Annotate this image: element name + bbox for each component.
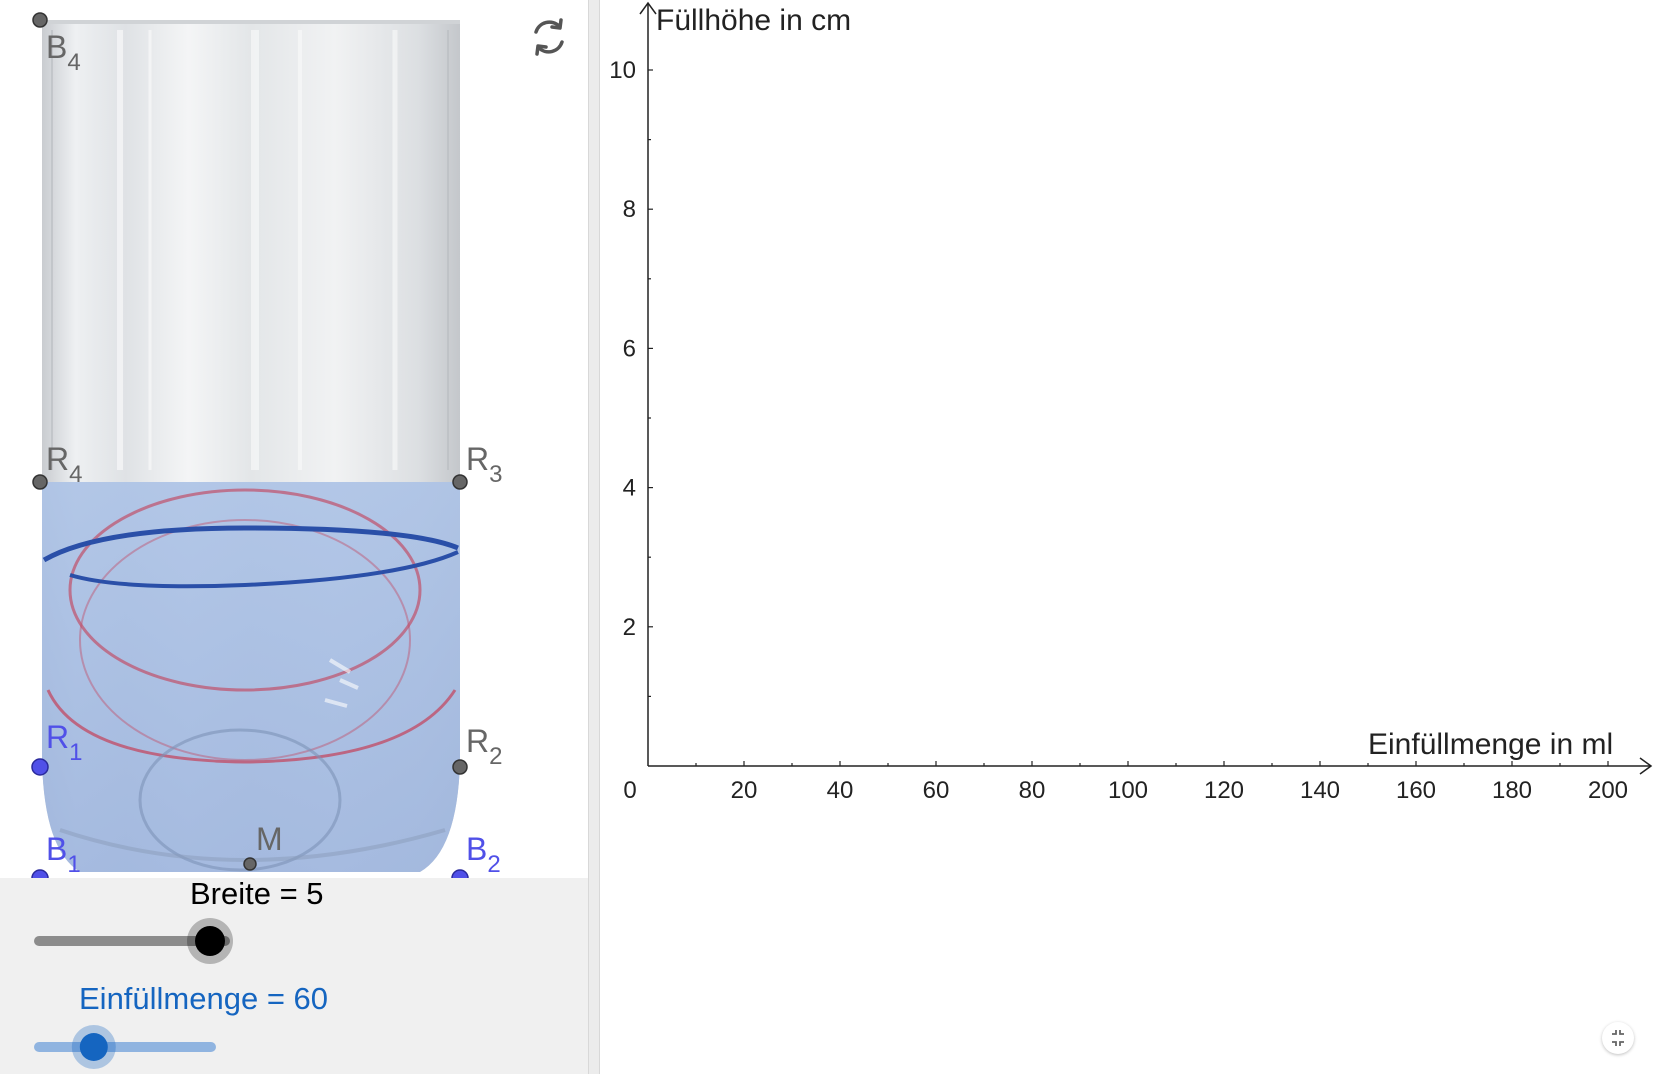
x-tick-label: 160 bbox=[1396, 777, 1436, 804]
y-tick-label: 6 bbox=[623, 335, 636, 362]
einfuellmenge-slider[interactable] bbox=[30, 1023, 240, 1073]
y-tick-label: 4 bbox=[623, 475, 636, 502]
label-R2: R2 bbox=[466, 723, 502, 770]
point-R4[interactable] bbox=[32, 474, 48, 490]
point-R1[interactable] bbox=[31, 758, 49, 776]
label-R3: R3 bbox=[466, 441, 502, 488]
breite-slider-knob[interactable] bbox=[195, 926, 225, 956]
reset-button[interactable] bbox=[526, 14, 572, 60]
collapse-icon bbox=[1612, 1030, 1624, 1046]
einfuellmenge-slider-knob[interactable] bbox=[79, 1033, 108, 1061]
point-B1[interactable] bbox=[31, 869, 49, 878]
label-M: M bbox=[256, 821, 283, 857]
y-tick-label: 2 bbox=[623, 614, 636, 641]
x-tick-label: 20 bbox=[731, 777, 758, 804]
point-B4[interactable] bbox=[32, 12, 48, 28]
x-axis-title: Einfüllmenge in ml bbox=[1368, 728, 1614, 761]
einfuellmenge-slider-label: Einfüllmenge = 60 bbox=[79, 981, 329, 1016]
x-tick-label: 120 bbox=[1204, 777, 1244, 804]
graph-view: 0 20 40 60 80 100 120 140 160 180 200 2 4 6 8 10 bbox=[600, 0, 1655, 1074]
x-tick-label: 180 bbox=[1492, 777, 1532, 804]
y-tick-label: 10 bbox=[609, 57, 636, 84]
breite-slider[interactable] bbox=[30, 917, 240, 967]
label-B2: B2 bbox=[466, 831, 501, 878]
point-B2[interactable] bbox=[451, 869, 469, 878]
panel-divider[interactable] bbox=[588, 0, 600, 1074]
point-M[interactable] bbox=[243, 857, 257, 871]
y-axis-title: Füllhöhe in cm bbox=[656, 4, 852, 37]
breite-slider-label: Breite = 5 bbox=[190, 876, 324, 911]
refresh-icon bbox=[534, 18, 564, 56]
point-R2[interactable] bbox=[452, 759, 468, 775]
y-tick-label: 8 bbox=[623, 196, 636, 223]
x-tick-label: 60 bbox=[923, 777, 950, 804]
collapse-button[interactable] bbox=[1602, 1022, 1634, 1054]
glass-canvas: B4 R4 R3 R1 R2 B1 B2 M bbox=[31, 12, 502, 878]
x-tick-label: 100 bbox=[1108, 777, 1148, 804]
x-tick-label: 200 bbox=[1588, 777, 1628, 804]
x-tick-label: 40 bbox=[827, 777, 854, 804]
point-R3[interactable] bbox=[452, 474, 468, 490]
x-tick-label: 140 bbox=[1300, 777, 1340, 804]
x-tick-label: 80 bbox=[1019, 777, 1046, 804]
x-tick-label: 0 bbox=[623, 777, 636, 804]
einfuellmenge-slider-track[interactable] bbox=[34, 1042, 216, 1052]
water-fill bbox=[42, 482, 460, 872]
